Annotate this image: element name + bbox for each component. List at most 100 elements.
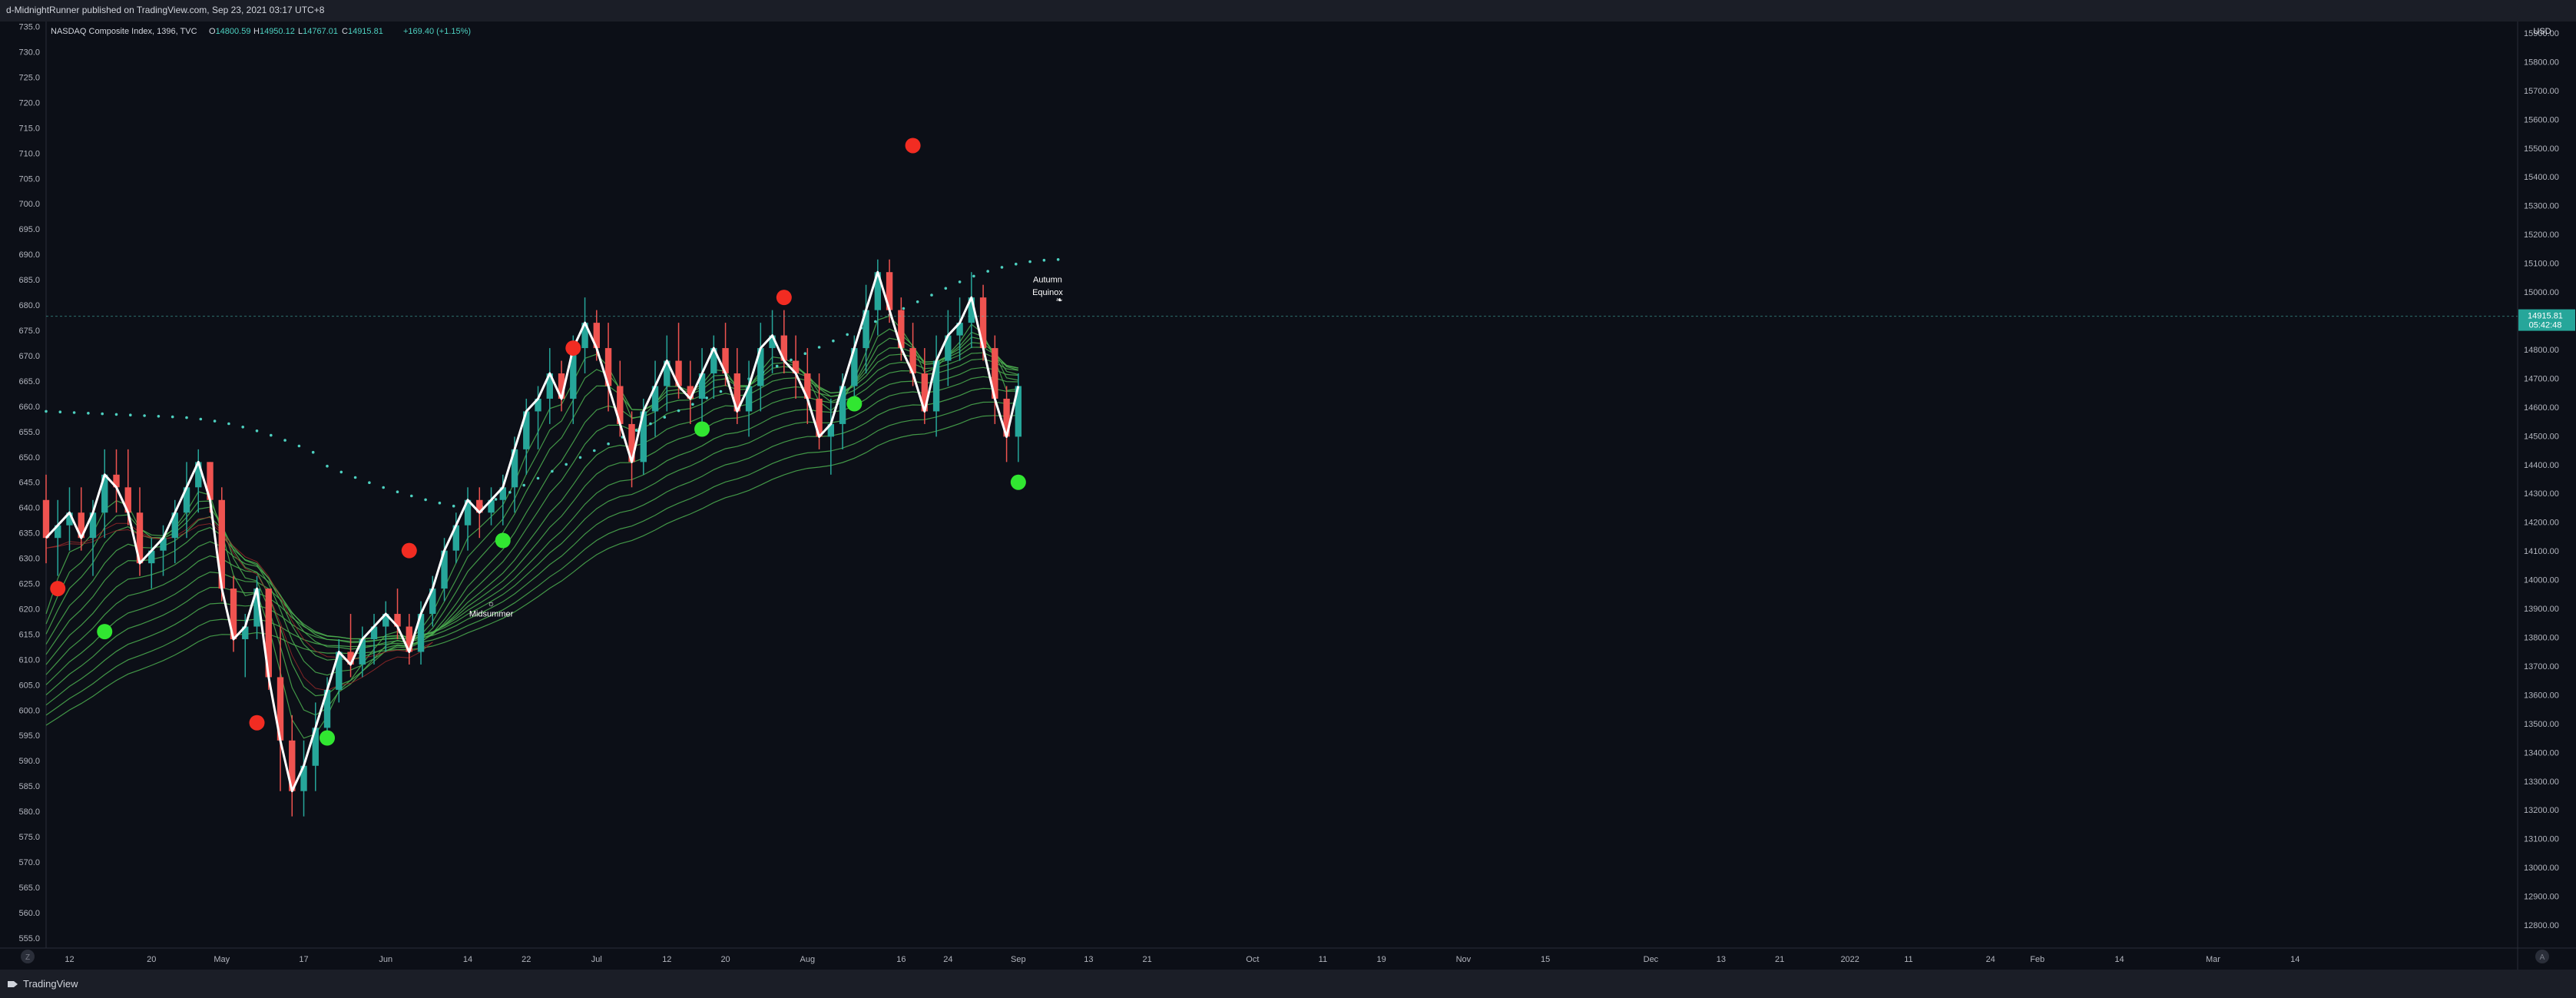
x-axis-tick: 20 [147,955,156,964]
footer-brand: TradingView [23,978,78,990]
x-axis-tick: 21 [1142,955,1151,964]
price-chart[interactable]: 735.0 730.0 725.0 720.0 715.0 710.0 705.0 700.0… [0,22,2576,970]
x-axis-tick: 13 [1084,955,1093,964]
right-axis-tick: 15500.00 [2524,144,2559,154]
right-axis-tick: 15300.00 [2524,202,2559,211]
right-axis-tick: 12900.00 [2524,893,2559,902]
sar-dot [494,498,498,501]
x-axis-tick: 22 [521,955,531,964]
sar-dot [283,439,286,442]
right-axis-tick: 13100.00 [2524,835,2559,844]
svg-text:H14950.12: H14950.12 [253,27,295,36]
tradingview-logo-icon [8,980,18,989]
sar-dot [1042,258,1046,262]
right-axis-tick: 13600.00 [2524,691,2559,700]
sar-dot [1028,260,1031,264]
svg-text:C14915.81: C14915.81 [342,27,383,36]
sar-dot [986,270,989,273]
left-axis-tick: 645.0 [18,479,40,488]
right-axis-tick: 15100.00 [2524,260,2559,269]
left-axis-tick: 735.0 [18,23,40,32]
left-axis-tick: 670.0 [18,352,40,361]
red-signal-dot [565,340,581,356]
x-axis-tick: Sep [1011,955,1026,964]
left-axis-tick: 680.0 [18,301,40,310]
footer-bar: TradingView [0,970,2576,998]
left-axis-tick: 555.0 [18,934,40,943]
sar-dot [775,364,779,368]
sar-dot [803,352,807,356]
sar-dot [297,444,301,448]
right-axis-tick: 14100.00 [2524,547,2559,556]
right-axis-tick: 14300.00 [2524,489,2559,499]
x-axis-tick: 13 [1717,955,1726,964]
right-axis-tick: 13700.00 [2524,662,2559,671]
left-axis-tick: 700.0 [18,200,40,209]
x-axis-tick: 11 [1319,955,1327,964]
right-axis-tick: 15800.00 [2524,58,2559,67]
sar-dot [536,476,540,480]
settings-corner-right[interactable]: A [2535,950,2549,963]
green-signal-dot [694,421,710,437]
left-axis-tick: 685.0 [18,276,40,285]
sar-dot [944,287,948,290]
x-axis-tick: 20 [720,955,730,964]
settings-corner-left[interactable]: Z [21,950,35,963]
right-axis-tick: 13800.00 [2524,634,2559,643]
left-price-axis[interactable]: 735.0 730.0 725.0 720.0 715.0 710.0 705.0 700.0… [0,22,47,948]
right-axis-tick: 14600.00 [2524,403,2559,413]
x-axis-tick: Dec [1644,955,1659,964]
left-axis-tick: 565.0 [18,884,40,893]
left-axis-tick: 710.0 [18,149,40,158]
right-axis-tick: 12800.00 [2524,921,2559,930]
publisher-header: d-MidnightRunner published on TradingVie… [0,0,2576,22]
left-axis-tick: 610.0 [18,655,40,665]
sar-dot [368,481,371,484]
sar-dot [972,274,975,278]
x-axis-tick: 17 [299,955,308,964]
leaf-icon: ❧ [1056,296,1063,305]
right-axis-tick: 15200.00 [2524,230,2559,240]
sar-dot [1000,266,1004,269]
sar-dot [565,463,568,466]
sar-dot [607,442,610,446]
right-axis-tick: 14500.00 [2524,432,2559,441]
sar-dot [551,469,554,473]
sar-dot [691,403,694,406]
sar-dot [255,429,259,433]
sun-icon: ☼ [487,599,495,608]
annotation-label: Autumn [1033,275,1062,284]
right-axis-tick: 14700.00 [2524,374,2559,383]
sar-dot [326,464,329,468]
left-axis-tick: 635.0 [18,529,40,539]
red-signal-dot [401,542,417,559]
x-axis-tick: 12 [65,955,74,964]
left-axis-tick: 730.0 [18,48,40,58]
chart-background [0,22,2576,970]
right-axis-tick: 15000.00 [2524,288,2559,297]
x-axis-tick: Feb [2030,955,2045,964]
left-axis-tick: 615.0 [18,630,40,639]
x-axis-tick: May [214,955,230,964]
left-axis-tick: 585.0 [18,782,40,791]
left-axis-tick: 675.0 [18,327,40,336]
sar-dot [424,498,427,502]
x-axis-tick: 14 [463,955,472,964]
sar-dot [171,415,174,419]
sar-dot [593,449,596,453]
svg-text:+169.40 (+1.15%): +169.40 (+1.15%) [403,27,471,36]
x-axis-tick: Aug [800,955,816,964]
left-axis-tick: 705.0 [18,174,40,184]
right-price-axis[interactable]: 15900.0015800.0015700.0015600.0015500.00… [2517,22,2576,970]
green-signal-dot [495,532,511,549]
x-axis-tick: 24 [943,955,952,964]
sar-dot [452,504,455,508]
green-signal-dot [320,730,336,746]
red-signal-dot [50,581,66,597]
x-axis-tick: Jun [379,955,392,964]
sar-dot [705,396,708,400]
red-signal-dot [905,138,921,154]
sar-dot [213,419,217,423]
x-axis-tick: 11 [1904,955,1912,964]
left-axis-tick: 620.0 [18,605,40,614]
